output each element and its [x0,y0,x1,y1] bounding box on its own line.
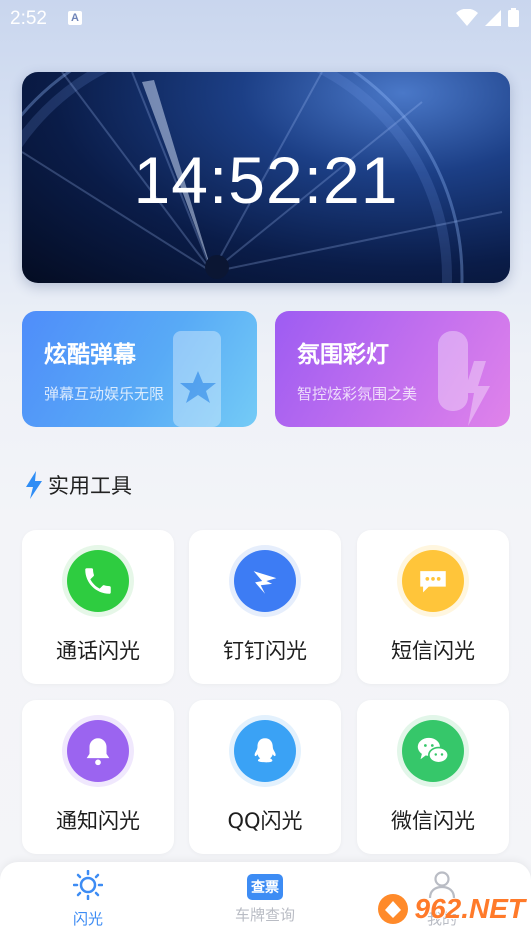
nav-item-flash[interactable]: 闪光 [28,869,148,929]
status-time: 2:52 [10,8,47,29]
tool-card-call-flash[interactable]: 通话闪光 [22,530,174,684]
wechat-icon [397,715,469,787]
phone-icon [62,545,134,617]
nav-item-plate-query[interactable]: 查票 车牌查询 [205,870,325,925]
bell-icon [62,715,134,787]
tool-label: 钉钉闪光 [223,639,307,663]
plate-query-icon-text: 查票 [251,880,279,896]
tool-label: 通话闪光 [56,639,140,663]
feature-subtitle: 智控炫彩氛围之美 [297,385,418,403]
digital-clock: 14:52:21 [133,143,399,217]
tool-card-sms-flash[interactable]: 短信闪光 [357,530,509,684]
signal-icon [485,9,501,26]
tool-card-dingtalk-flash[interactable]: 钉钉闪光 [189,530,341,684]
feature-title: 炫酷弹幕 [44,341,136,368]
feature-card-danmaku[interactable]: 炫酷弹幕 弹幕互动娱乐无限 [22,311,257,427]
tool-card-notice-flash[interactable]: 通知闪光 [22,700,174,854]
flash-sun-icon [72,869,104,901]
tool-label: 微信闪光 [391,809,475,833]
nav-label: 闪光 [72,910,103,928]
section-title: 实用工具 [24,470,132,500]
message-icon [397,545,469,617]
status-icons [456,8,519,27]
lightning-icon [26,471,42,499]
clock-card[interactable]: 14:52:21 [22,72,510,283]
nav-label: 车牌查询 [234,906,295,924]
dingtalk-icon [229,545,301,617]
qq-icon [229,715,301,787]
watermark-logo-icon [377,894,408,924]
wifi-icon [456,8,478,26]
tool-card-qq-flash[interactable]: QQ闪光 [189,700,341,854]
light-bar-decoration [438,331,490,426]
feature-subtitle: 弹幕互动娱乐无限 [44,385,165,403]
battery-icon [508,8,519,27]
plate-query-icon: 查票 [247,874,283,900]
watermark-962: 962.NET [375,892,526,926]
status-bar: 2:52 A [0,0,531,38]
section-title-text: 实用工具 [48,474,132,498]
tool-card-wechat-flash[interactable]: 微信闪光 [357,700,509,854]
notification-badge: A [68,11,82,25]
tool-label: QQ闪光 [227,809,303,833]
watermark-text: 962.NET [414,893,526,924]
feature-title: 氛围彩灯 [297,341,389,368]
feature-card-ambient-light[interactable]: 氛围彩灯 智控炫彩氛围之美 [275,311,510,427]
tool-label: 短信闪光 [391,639,475,663]
phone-star-decoration [173,331,221,427]
tool-label: 通知闪光 [56,809,140,833]
